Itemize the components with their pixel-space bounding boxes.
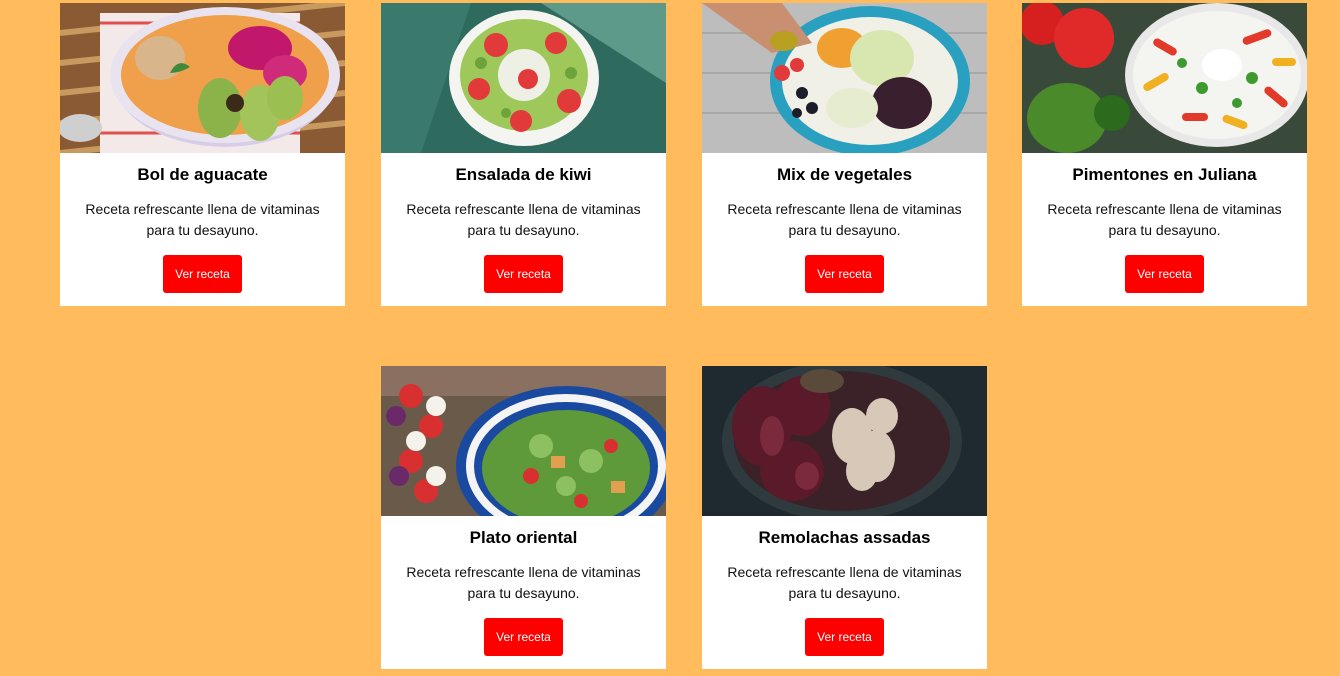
vegetable-mix-photo-icon [702, 3, 987, 153]
recipe-image [702, 366, 987, 516]
recipe-image [60, 3, 345, 153]
recipe-image [381, 3, 666, 153]
roasted-beets-photo-icon [702, 366, 987, 516]
recipe-card: Mix de vegetales Receta refrescante llen… [702, 3, 987, 306]
recipe-description: Receta refrescante llena de vitaminas pa… [406, 201, 641, 238]
recipe-image [1022, 3, 1307, 153]
recipe-card: Bol de aguacate Receta refrescante llena… [60, 3, 345, 306]
recipe-grid: Bol de aguacate Receta refrescante llena… [0, 0, 1340, 676]
recipe-card: Pimentones en Juliana Receta refrescante… [1022, 3, 1307, 306]
recipe-title: Plato oriental [469, 528, 578, 547]
recipe-title: Pimentones en Juliana [1072, 165, 1257, 184]
recipe-title: Bol de aguacate [137, 165, 268, 184]
recipe-image [702, 3, 987, 153]
oriental-salad-photo-icon [381, 366, 666, 516]
recipe-title: Remolachas assadas [758, 528, 931, 547]
acai-bowl-photo-icon [60, 3, 345, 153]
view-recipe-button[interactable]: Ver receta [163, 255, 242, 293]
view-recipe-button[interactable]: Ver receta [1125, 255, 1204, 293]
recipe-description: Receta refrescante llena de vitaminas pa… [85, 201, 320, 238]
peppers-salad-photo-icon [1022, 3, 1307, 153]
recipe-title: Mix de vegetales [776, 165, 913, 184]
view-recipe-button[interactable]: Ver receta [484, 618, 563, 656]
view-recipe-button[interactable]: Ver receta [805, 618, 884, 656]
recipe-description: Receta refrescante llena de vitaminas pa… [727, 201, 962, 238]
recipe-card: Plato oriental Receta refrescante llena … [381, 366, 666, 669]
view-recipe-button[interactable]: Ver receta [484, 255, 563, 293]
recipe-card: Remolachas assadas Receta refrescante ll… [702, 366, 987, 669]
recipe-title: Ensalada de kiwi [455, 165, 592, 184]
recipe-description: Receta refrescante llena de vitaminas pa… [406, 564, 641, 601]
recipe-description: Receta refrescante llena de vitaminas pa… [727, 564, 962, 601]
recipe-description: Receta refrescante llena de vitaminas pa… [1047, 201, 1282, 238]
view-recipe-button[interactable]: Ver receta [805, 255, 884, 293]
kiwi-bowl-photo-icon [381, 3, 666, 153]
recipe-image [381, 366, 666, 516]
recipe-card: Ensalada de kiwi Receta refrescante llen… [381, 3, 666, 306]
